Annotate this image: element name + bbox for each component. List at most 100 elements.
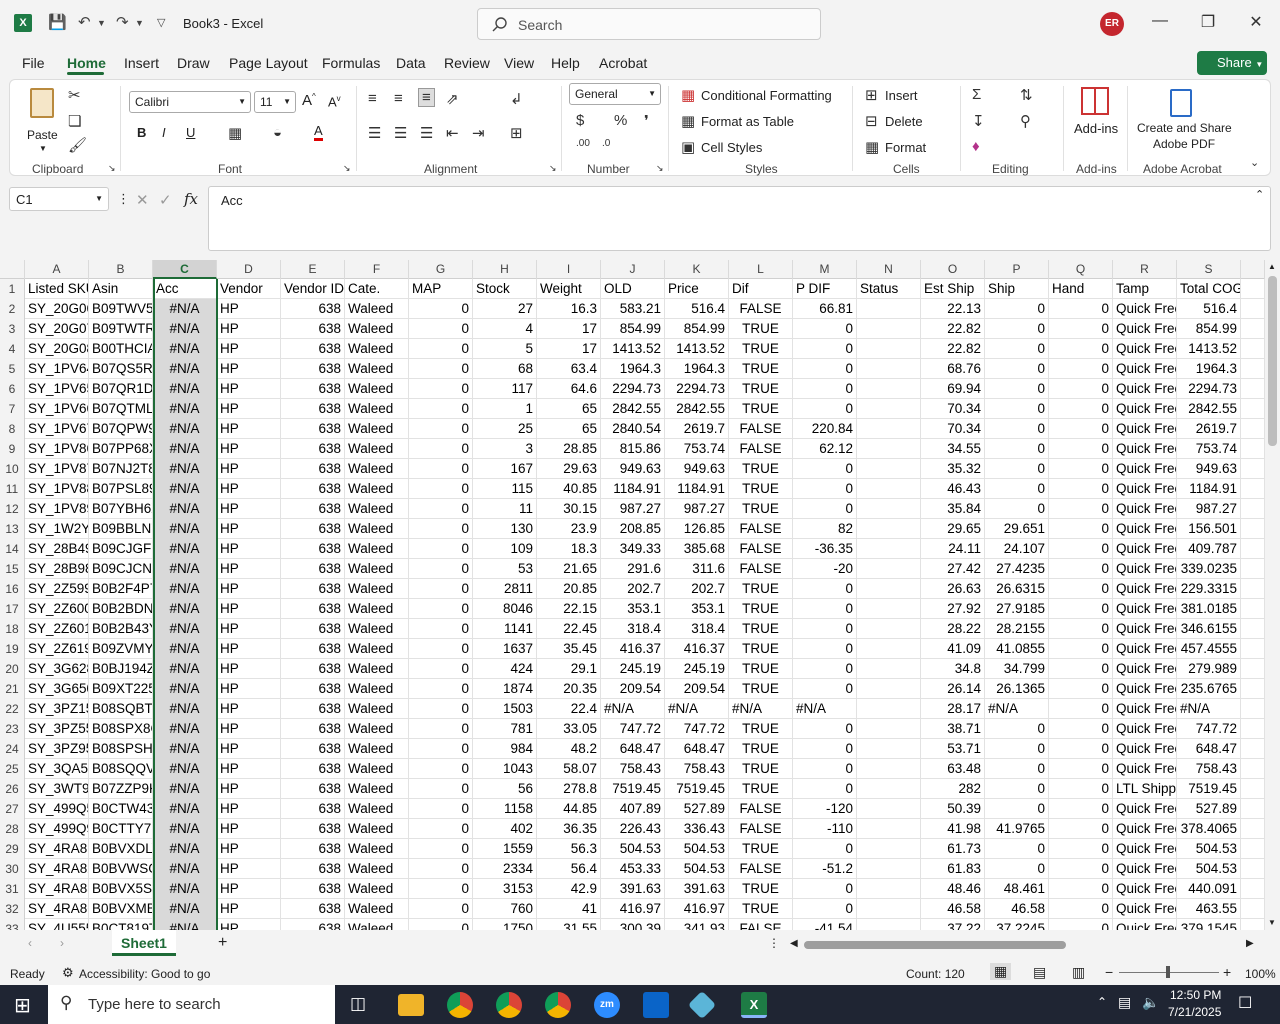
cell-b1[interactable]: Asin <box>89 279 153 299</box>
cell-c31[interactable]: #N/A <box>153 879 217 899</box>
cell-i29[interactable]: 56.3 <box>537 839 601 859</box>
zoom-app-icon[interactable]: zm <box>594 992 620 1018</box>
cell-e18[interactable]: 638 <box>281 619 345 639</box>
cell-f33[interactable]: Waleed <box>345 919 409 930</box>
cell-c26[interactable]: #N/A <box>153 779 217 799</box>
cell-d28[interactable]: HP <box>217 819 281 839</box>
cell-r33[interactable]: Quick Free <box>1113 919 1177 930</box>
cell-partial[interactable] <box>1241 459 1265 479</box>
cell-partial[interactable] <box>1241 579 1265 599</box>
cell-l16[interactable]: TRUE <box>729 579 793 599</box>
cell-m16[interactable]: 0 <box>793 579 857 599</box>
cell-j28[interactable]: 226.43 <box>601 819 665 839</box>
cell-f19[interactable]: Waleed <box>345 639 409 659</box>
column-header-k[interactable]: K <box>665 260 729 279</box>
cell-c27[interactable]: #N/A <box>153 799 217 819</box>
font-size-select[interactable]: 11 ▼ <box>254 91 296 113</box>
cell-partial[interactable] <box>1241 299 1265 319</box>
cell-o30[interactable]: 61.83 <box>921 859 985 879</box>
cell-f6[interactable]: Waleed <box>345 379 409 399</box>
cell-i5[interactable]: 63.4 <box>537 359 601 379</box>
cell-i22[interactable]: 22.4 <box>537 699 601 719</box>
cell-c9[interactable]: #N/A <box>153 439 217 459</box>
cell-partial[interactable] <box>1241 399 1265 419</box>
cell-c22[interactable]: #N/A <box>153 699 217 719</box>
cell-k15[interactable]: 311.6 <box>665 559 729 579</box>
cell-d5[interactable]: HP <box>217 359 281 379</box>
cell-q28[interactable]: 0 <box>1049 819 1113 839</box>
cell-j25[interactable]: 758.43 <box>601 759 665 779</box>
cell-h6[interactable]: 117 <box>473 379 537 399</box>
copy-icon[interactable]: ❏ <box>68 112 81 130</box>
cell-i25[interactable]: 58.07 <box>537 759 601 779</box>
cell-d8[interactable]: HP <box>217 419 281 439</box>
cell-q32[interactable]: 0 <box>1049 899 1113 919</box>
cell-b7[interactable]: B07QTMLI <box>89 399 153 419</box>
cell-c5[interactable]: #N/A <box>153 359 217 379</box>
format-painter-icon[interactable]: 🖌 <box>68 136 87 154</box>
cell-s33[interactable]: 379.1545 <box>1177 919 1241 930</box>
cell-i28[interactable]: 36.35 <box>537 819 601 839</box>
cell-q6[interactable]: 0 <box>1049 379 1113 399</box>
cell-partial[interactable] <box>1241 819 1265 839</box>
cell-partial[interactable] <box>1241 639 1265 659</box>
cell-f28[interactable]: Waleed <box>345 819 409 839</box>
orientation-icon[interactable]: ⇗ <box>446 90 459 108</box>
column-header-c[interactable]: C <box>153 260 217 279</box>
cell-n7[interactable] <box>857 399 921 419</box>
cell-l7[interactable]: TRUE <box>729 399 793 419</box>
cell-g32[interactable]: 0 <box>409 899 473 919</box>
cell-partial[interactable] <box>1241 899 1265 919</box>
cell-m29[interactable]: 0 <box>793 839 857 859</box>
row-header[interactable]: 20 <box>0 659 25 679</box>
cell-a9[interactable]: SY_1PV86. <box>25 439 89 459</box>
sort-filter-icon[interactable]: ⇅ <box>1020 86 1033 104</box>
cell-k1[interactable]: Price <box>665 279 729 299</box>
cell-g16[interactable]: 0 <box>409 579 473 599</box>
clock-time[interactable]: 12:50 PM <box>1170 988 1221 1002</box>
cell-c2[interactable]: #N/A <box>153 299 217 319</box>
cell-h23[interactable]: 781 <box>473 719 537 739</box>
cell-l3[interactable]: TRUE <box>729 319 793 339</box>
cell-b32[interactable]: B0BVXMB <box>89 899 153 919</box>
cell-m5[interactable]: 0 <box>793 359 857 379</box>
cell-n5[interactable] <box>857 359 921 379</box>
cell-i3[interactable]: 17 <box>537 319 601 339</box>
cell-q30[interactable]: 0 <box>1049 859 1113 879</box>
column-header-b[interactable]: B <box>89 260 153 279</box>
cell-o29[interactable]: 61.73 <box>921 839 985 859</box>
cell-i7[interactable]: 65 <box>537 399 601 419</box>
column-header-m[interactable]: M <box>793 260 857 279</box>
cell-p13[interactable]: 29.651 <box>985 519 1049 539</box>
cell-m30[interactable]: -51.2 <box>793 859 857 879</box>
cell-j33[interactable]: 300.39 <box>601 919 665 930</box>
menu-view[interactable]: View <box>504 55 534 71</box>
conditional-formatting-button[interactable]: Conditional Formatting <box>701 88 832 103</box>
chrome-profile2-icon[interactable] <box>496 992 522 1018</box>
cell-e8[interactable]: 638 <box>281 419 345 439</box>
menu-help[interactable]: Help <box>551 55 580 71</box>
cell-n4[interactable] <box>857 339 921 359</box>
add-ins-button[interactable]: Add-ins <box>1074 121 1118 136</box>
cell-a8[interactable]: SY_1PV67. <box>25 419 89 439</box>
cell-k12[interactable]: 987.27 <box>665 499 729 519</box>
cell-b3[interactable]: B09TWTR <box>89 319 153 339</box>
cell-a2[interactable]: SY_20G06/ <box>25 299 89 319</box>
cell-e20[interactable]: 638 <box>281 659 345 679</box>
cell-g10[interactable]: 0 <box>409 459 473 479</box>
cell-k11[interactable]: 1184.91 <box>665 479 729 499</box>
cell-a13[interactable]: SY_1W2Y8 <box>25 519 89 539</box>
menu-home[interactable]: Home <box>67 55 106 71</box>
cell-f24[interactable]: Waleed <box>345 739 409 759</box>
cell-m4[interactable]: 0 <box>793 339 857 359</box>
cell-h15[interactable]: 53 <box>473 559 537 579</box>
cell-s12[interactable]: 987.27 <box>1177 499 1241 519</box>
cell-f7[interactable]: Waleed <box>345 399 409 419</box>
cell-s11[interactable]: 1184.91 <box>1177 479 1241 499</box>
column-header-s[interactable]: S <box>1177 260 1241 279</box>
cell-p15[interactable]: 27.4235 <box>985 559 1049 579</box>
excel-taskbar-icon[interactable]: X <box>741 992 767 1018</box>
cell-b20[interactable]: B0BJ194Z <box>89 659 153 679</box>
horizontal-scroll-thumb[interactable] <box>804 941 1066 949</box>
cell-g18[interactable]: 0 <box>409 619 473 639</box>
